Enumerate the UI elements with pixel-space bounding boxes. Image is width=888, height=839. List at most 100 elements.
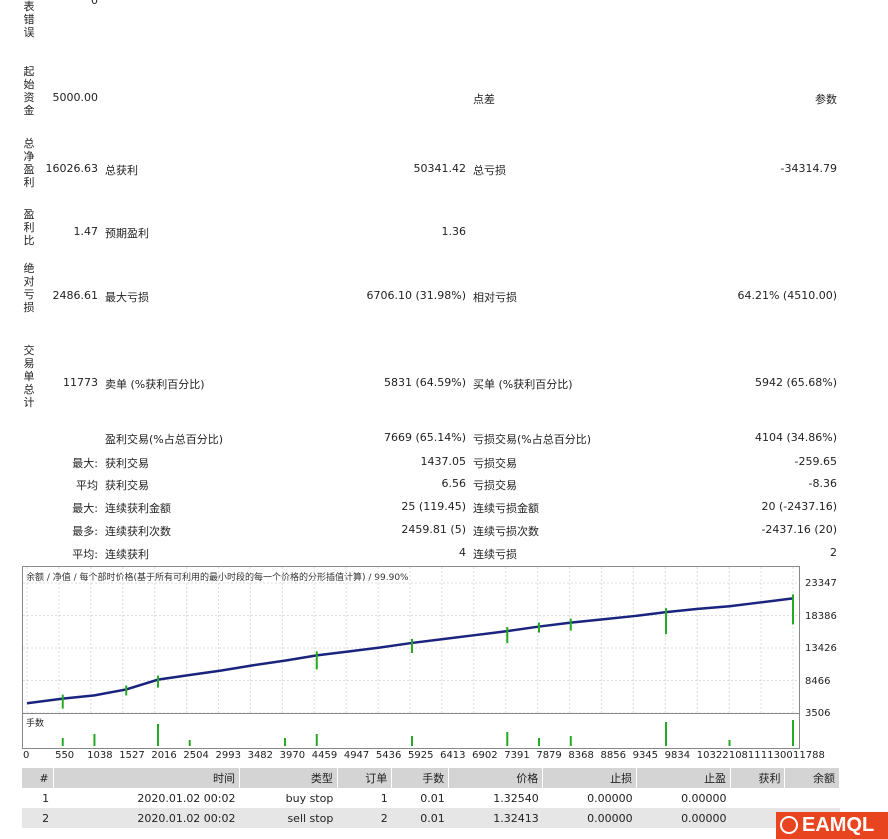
expected-payoff-value: 1.36 bbox=[441, 225, 467, 238]
x-tick-label: 2016 bbox=[151, 750, 177, 761]
trades-header-cell[interactable]: 止盈 bbox=[636, 768, 732, 788]
params-label: 参数 bbox=[815, 93, 837, 106]
table-cell: buy stop bbox=[285, 791, 334, 805]
stat-prefix: 最多: bbox=[72, 525, 98, 538]
stat-label-right: 连续亏损次数 bbox=[473, 525, 539, 538]
table-cell: 0.00000 bbox=[636, 808, 731, 828]
stat-value-right: 2 bbox=[830, 546, 837, 559]
max-drawdown-value: 6706.10 (31.98%) bbox=[366, 289, 466, 302]
profit-trades-label: 盈利交易(%占总百分比) bbox=[105, 433, 224, 446]
balance-chart-svg bbox=[23, 567, 799, 713]
trades-header-cell[interactable]: 订单 bbox=[337, 768, 393, 788]
stat-label-left: 获利交易 bbox=[105, 479, 149, 492]
long-trades-label: 买单 (%获利百分比) bbox=[473, 378, 573, 391]
absolute-drawdown-label: 绝对亏损 bbox=[23, 262, 35, 314]
table-cell: 2020.01.02 00:02 bbox=[53, 808, 240, 828]
watermark-text: EAMQL bbox=[802, 814, 875, 836]
balance-chart: 余额 / 净值 / 每个部时价格(基于所有可利用的最小时段的每一个价格的分形插值… bbox=[22, 566, 800, 714]
trades-header-cell[interactable]: 余额 bbox=[784, 768, 840, 788]
x-tick-label: 8856 bbox=[600, 750, 626, 761]
short-trades-label: 卖单 (%获利百分比) bbox=[105, 378, 205, 391]
total-trades-label: 交易单总计 bbox=[23, 344, 35, 409]
relative-drawdown-value: 64.21% (4510.00) bbox=[737, 289, 837, 302]
trades-header-cell[interactable]: 手数 bbox=[391, 768, 450, 788]
stat-prefix: 平均 bbox=[76, 479, 98, 492]
x-tick-label: 4459 bbox=[311, 750, 338, 761]
table-cell bbox=[731, 788, 785, 808]
table-cell: 0.00000 bbox=[681, 791, 727, 805]
gross-loss-value: -34314.79 bbox=[780, 162, 837, 175]
net-profit-value: 16026.63 bbox=[45, 162, 99, 175]
spread-label: 点差 bbox=[473, 93, 495, 106]
stat-value-left: 6.56 bbox=[441, 477, 467, 490]
profit-trades-value: 7669 (65.14%) bbox=[383, 431, 466, 444]
gross-profit-value: 50341.42 bbox=[413, 162, 467, 175]
stat-prefix: 最大: bbox=[72, 502, 98, 515]
x-tick-label: 5436 bbox=[375, 750, 402, 761]
x-tick-label: 2504 bbox=[183, 750, 209, 761]
stat-prefix: 最大: bbox=[72, 457, 98, 470]
stat-prefix: 平均: bbox=[72, 548, 98, 561]
x-tick-label: 6413 bbox=[440, 750, 466, 761]
x-tick-label: 550 bbox=[55, 750, 75, 761]
trades-header-cell[interactable]: 时间 bbox=[53, 768, 241, 788]
table-cell: 2020.01.02 00:02 bbox=[137, 791, 236, 805]
expected-payoff-label: 预期盈利 bbox=[105, 227, 149, 240]
total-trades-value: 11773 bbox=[63, 376, 98, 389]
stat-label-left: 获利交易 bbox=[105, 457, 149, 470]
stat-label-left: 连续获利 bbox=[105, 548, 149, 561]
stat-label-right: 亏损交易 bbox=[473, 479, 517, 492]
max-drawdown-label: 最大亏损 bbox=[105, 291, 149, 304]
absolute-drawdown-value: 2486.61 bbox=[52, 289, 99, 302]
errors-label: 表错误 bbox=[23, 0, 35, 39]
stat-value-left: 25 (119.45) bbox=[401, 500, 466, 513]
table-cell: 0.01 bbox=[420, 791, 445, 805]
table-cell: 1 bbox=[42, 791, 50, 805]
errors-value: 0 bbox=[91, 0, 98, 7]
trades-table: # 时间 类型 订单 手数 价格 止损 止盈 获利 余额 1 2020.01.02 00:02 buy… bbox=[22, 768, 840, 828]
x-tick-label: 7391 bbox=[504, 750, 530, 761]
x-tick-label: 5925 bbox=[408, 750, 434, 761]
table-row[interactable]: 1 2020.01.02 00:02 buy stop 1 0.01 1.32540 0.0… bbox=[22, 788, 840, 808]
table-cell: 1.32413 bbox=[448, 808, 543, 828]
x-tick-label: 0 bbox=[23, 750, 30, 761]
table-row[interactable]: 2 2020.01.02 00:02 sell stop 2 0.01 1.32413 0.… bbox=[22, 808, 840, 828]
x-tick-label: 2993 bbox=[215, 750, 241, 761]
y-tick-label: 8466 bbox=[805, 676, 831, 687]
stat-label-right: 连续亏损金额 bbox=[473, 502, 539, 515]
eamql-watermark: EAMQL bbox=[776, 812, 888, 839]
stat-label-left: 连续获利金额 bbox=[105, 502, 171, 515]
initial-deposit-label: 起始资金 bbox=[23, 65, 35, 117]
table-cell: 2 bbox=[22, 808, 54, 828]
table-cell: 2 bbox=[337, 808, 392, 828]
stat-label-left: 连续获利次数 bbox=[105, 525, 171, 538]
stat-value-right: -2437.16 (20) bbox=[761, 523, 837, 536]
stat-label-right: 亏损交易 bbox=[473, 457, 517, 470]
y-tick-label: 18386 bbox=[805, 611, 837, 622]
trades-header-cell[interactable]: 获利 bbox=[730, 768, 786, 788]
trades-header-cell[interactable]: 类型 bbox=[239, 768, 338, 788]
x-tick-label: 9345 bbox=[632, 750, 659, 761]
stat-value-left: 1437.05 bbox=[420, 455, 467, 468]
x-tick-label: 3482 bbox=[247, 750, 274, 761]
trades-header-cell[interactable]: # bbox=[22, 768, 54, 788]
y-tick-label: 23347 bbox=[805, 578, 837, 589]
table-cell: 0.00000 bbox=[587, 791, 633, 805]
volume-chart: 手数 bbox=[22, 713, 800, 749]
stat-label-right: 连续亏损 bbox=[473, 548, 517, 561]
x-tick-label: 11788 bbox=[793, 750, 825, 761]
table-cell: 0.00000 bbox=[542, 808, 637, 828]
y-tick-label: 13426 bbox=[805, 643, 837, 654]
volume-chart-svg bbox=[61, 720, 794, 746]
stat-value-right: 20 (-2437.16) bbox=[761, 500, 837, 513]
net-profit-label: 总净盈利 bbox=[23, 137, 35, 189]
profit-factor-value: 1.47 bbox=[73, 225, 99, 238]
x-tick-label: 7879 bbox=[536, 750, 562, 761]
profit-factor-label: 盈利比 bbox=[23, 208, 35, 247]
x-tick-label: 1527 bbox=[119, 750, 145, 761]
trades-header-cell[interactable]: 价格 bbox=[448, 768, 544, 788]
robot-icon bbox=[780, 816, 798, 834]
x-tick-label: 10811 bbox=[728, 750, 761, 761]
gross-loss-label: 总亏损 bbox=[473, 164, 506, 177]
trades-header-cell[interactable]: 止损 bbox=[542, 768, 638, 788]
